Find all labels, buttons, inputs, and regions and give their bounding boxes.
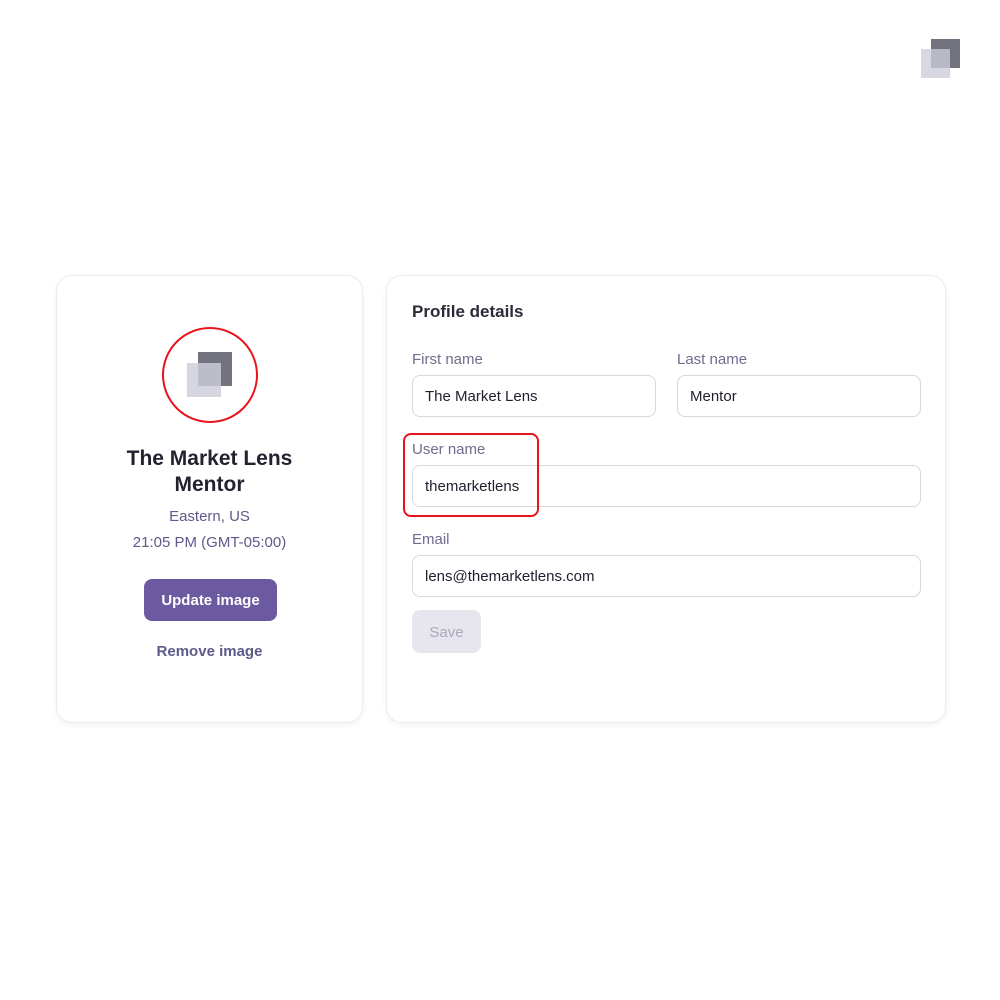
last-name-field[interactable] [677,375,921,417]
user-name-field[interactable] [412,465,921,507]
profile-name: The Market Lens Mentor [126,447,293,496]
profile-details-card: Profile details First name Last name Use… [386,275,946,723]
remove-image-button[interactable]: Remove image [57,643,362,660]
logo-front-square [187,363,221,397]
brand-logo-icon [921,39,961,79]
avatar-logo-icon [187,352,233,398]
user-name-label: User name [412,441,486,458]
profile-card: The Market Lens Mentor Eastern, US 21:05… [56,275,363,723]
email-label: Email [412,531,450,548]
profile-local-time: 21:05 PM (GMT-05:00) [132,534,287,551]
save-button[interactable]: Save [412,610,481,653]
profile-location: Eastern, US [169,508,250,525]
logo-front-square [921,49,950,78]
avatar[interactable] [162,327,258,423]
email-field[interactable] [412,555,921,597]
section-title: Profile details [412,302,524,321]
last-name-label: Last name [677,351,748,368]
first-name-field[interactable] [412,375,656,417]
first-name-label: First name [412,351,483,368]
update-image-button[interactable]: Update image [144,579,277,621]
